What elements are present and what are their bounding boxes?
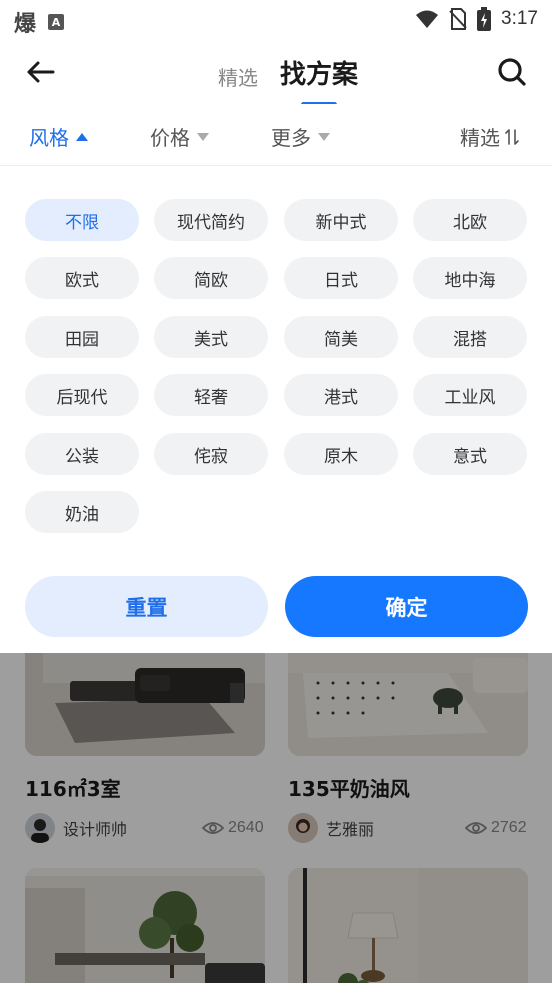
status-bar: 爆 A 3:17 <box>0 0 552 40</box>
style-chip[interactable]: 田园 <box>25 316 139 358</box>
search-icon <box>498 58 526 86</box>
style-chip[interactable]: 地中海 <box>413 257 527 299</box>
no-sim-icon <box>449 8 467 30</box>
status-time: 3:17 <box>501 8 538 29</box>
tab-featured-label: 精选 <box>217 66 258 90</box>
top-header: 精选 找方案 <box>0 40 552 107</box>
style-chip[interactable]: 奶油 <box>25 491 139 533</box>
filter-more[interactable]: 更多 <box>271 122 330 151</box>
style-chip[interactable]: 北欧 <box>413 199 527 241</box>
tab-find-plan-label: 找方案 <box>279 60 358 90</box>
filter-bar: 风格 价格 更多 精选 <box>0 104 552 166</box>
status-left: 爆 A <box>14 6 65 38</box>
style-chip[interactable]: 原木 <box>284 433 398 475</box>
style-chip[interactable]: 美式 <box>154 316 268 358</box>
filter-style-label: 风格 <box>29 126 69 150</box>
app-notification-icon: 爆 <box>14 12 37 37</box>
caret-up-icon <box>76 132 88 141</box>
battery-charging-icon <box>477 7 492 31</box>
style-chip[interactable]: 现代简约 <box>154 199 268 241</box>
style-chip[interactable]: 简欧 <box>154 257 268 299</box>
style-chip[interactable]: 港式 <box>284 374 398 416</box>
search-button[interactable] <box>494 54 530 90</box>
filter-sort-label: 精选 <box>460 126 500 150</box>
style-chip[interactable]: 欧式 <box>25 257 139 299</box>
reset-button[interactable]: 重置 <box>25 576 268 637</box>
style-chip[interactable]: 轻奢 <box>154 374 268 416</box>
style-chip[interactable]: 意式 <box>413 433 527 475</box>
style-chip[interactable]: 混搭 <box>413 316 527 358</box>
style-chip[interactable]: 工业风 <box>413 374 527 416</box>
style-chip[interactable]: 新中式 <box>284 199 398 241</box>
a-notification-icon: A <box>48 14 65 30</box>
tab-find-plan[interactable]: 找方案 <box>279 54 358 107</box>
wifi-icon <box>416 10 439 28</box>
caret-down-icon <box>197 132 209 141</box>
filter-price-label: 价格 <box>150 126 190 150</box>
style-chip[interactable]: 侘寂 <box>154 433 268 475</box>
style-chip[interactable]: 不限 <box>25 199 139 241</box>
filter-style[interactable]: 风格 <box>29 122 88 151</box>
caret-down-icon <box>318 132 330 141</box>
style-filter-panel: 不限 现代简约 新中式 北欧欧式 简欧 日式 地中海田园 美式 简美 混搭后现代 轻奢 港式 工业风公装… <box>0 167 552 653</box>
header-tabs: 精选 找方案 <box>0 54 552 107</box>
filter-more-label: 更多 <box>271 126 311 150</box>
sort-icon <box>505 128 519 145</box>
confirm-button[interactable]: 确定 <box>285 576 528 637</box>
style-chip[interactable]: 后现代 <box>25 374 139 416</box>
dim-overlay[interactable] <box>0 653 552 983</box>
status-right: 3:17 <box>415 7 538 31</box>
style-chip[interactable]: 公装 <box>25 433 139 475</box>
style-chip[interactable]: 简美 <box>284 316 398 358</box>
filter-sort[interactable]: 精选 <box>460 122 520 151</box>
style-chip[interactable]: 日式 <box>284 257 398 299</box>
tab-featured[interactable]: 精选 <box>218 62 258 95</box>
filter-price[interactable]: 价格 <box>150 122 209 151</box>
